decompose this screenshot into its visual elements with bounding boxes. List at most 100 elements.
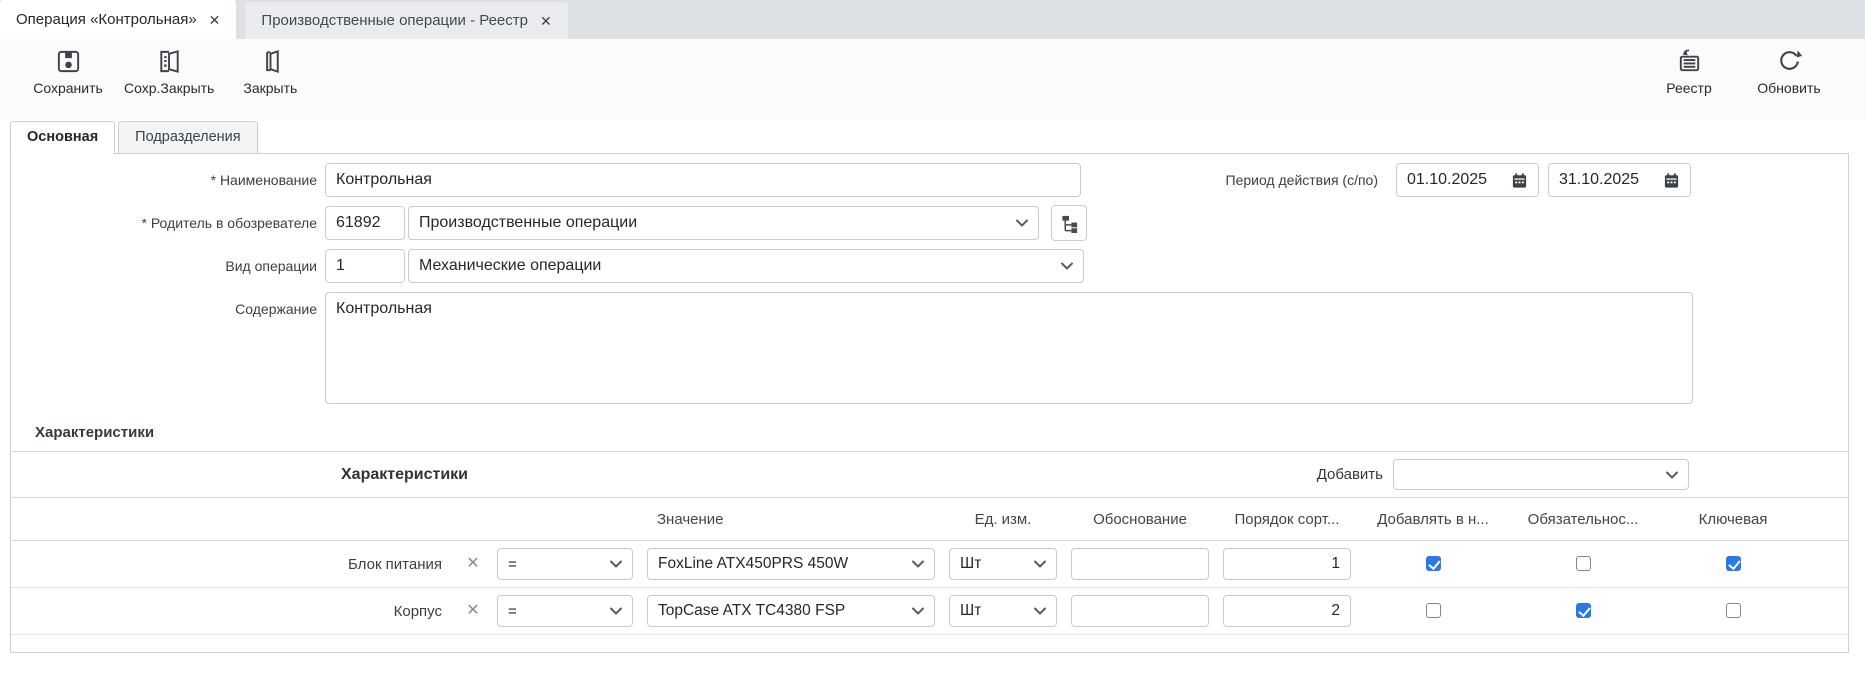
name-input[interactable] [325, 163, 1081, 197]
add-label: Добавить [1316, 466, 1383, 483]
calendar-icon[interactable] [1663, 172, 1680, 189]
checkbox-add-to-new[interactable] [1425, 556, 1441, 572]
sort-order-input[interactable] [1223, 595, 1351, 627]
unit-select[interactable]: Шт [949, 595, 1057, 627]
tab-departments-label: Подразделения [135, 129, 241, 145]
tree-view-icon [1060, 214, 1079, 233]
chevron-down-icon [1034, 607, 1046, 615]
chevron-down-icon [610, 607, 622, 615]
value-select-value: TopCase ATX TC4380 FSP [658, 602, 846, 619]
chevron-down-icon [1061, 262, 1073, 270]
content-textarea[interactable]: Контрольная [325, 292, 1693, 404]
condition-select[interactable]: = [497, 595, 633, 627]
table-row: Блок питания ✕ = FoxLine ATX450PRS 450W … [11, 541, 1848, 587]
delete-x-icon[interactable]: ✕ [456, 556, 490, 572]
tab-departments[interactable]: Подразделения [118, 121, 258, 153]
tab-main[interactable]: Основная [10, 121, 116, 154]
content-label: Содержание [235, 301, 317, 317]
condition-value: = [508, 555, 517, 573]
chevron-down-icon [1016, 219, 1028, 227]
justification-input[interactable] [1071, 548, 1209, 580]
delete-x-icon[interactable]: ✕ [456, 603, 490, 619]
refresh-button-label: Обновить [1757, 80, 1821, 96]
close-icon[interactable]: ✕ [540, 14, 552, 28]
checkbox-key[interactable] [1725, 556, 1741, 572]
period-to-input[interactable]: 31.10.2025 [1548, 163, 1691, 197]
add-characteristic-select[interactable] [1393, 459, 1689, 490]
save-close-button-label: Сохр.Закрыть [124, 80, 215, 96]
characteristics-table-header: Характеристики Добавить [11, 452, 1848, 497]
condition-value: = [508, 602, 517, 620]
characteristics-column-headers: Значение Ед. изм. Обоснование Порядок со… [11, 498, 1848, 540]
characteristics-table-title: Характеристики [341, 465, 469, 483]
save-close-icon [156, 48, 183, 75]
parent-label: * Родитель в обозревателе [141, 215, 318, 231]
chevron-down-icon [1034, 560, 1046, 568]
period-label: Период действия (с/по) [1225, 172, 1379, 188]
column-header-justification: Обоснование [1093, 510, 1187, 528]
toolbar: Сохранить Сохр.Закрыть Закрыть Реестр Об… [0, 39, 1865, 120]
tab-main-label: Основная [27, 129, 99, 145]
registry-button-label: Реестр [1666, 80, 1712, 96]
chevron-down-icon [912, 560, 924, 568]
period-to-value: 31.10.2025 [1559, 171, 1640, 188]
close-button-label: Закрыть [243, 80, 298, 96]
name-row: * Наименование Период действия (с/по) 01… [11, 163, 1848, 197]
column-header-value: Значение [657, 510, 724, 528]
close-button[interactable]: Закрыть [220, 46, 320, 98]
refresh-icon [1776, 48, 1803, 75]
form-tab-bar: Основная Подразделения [10, 120, 1865, 154]
value-select[interactable]: FoxLine ATX450PRS 450W [647, 548, 935, 580]
column-header-sort-order: Порядок сорт... [1234, 510, 1340, 528]
checkbox-key[interactable] [1725, 603, 1741, 619]
characteristics-section-title: Характеристики [35, 424, 155, 441]
value-select[interactable]: TopCase ATX TC4380 FSP [647, 595, 935, 627]
value-select-value: FoxLine ATX450PRS 450W [658, 555, 849, 572]
calendar-icon[interactable] [1511, 172, 1528, 189]
tab-operation[interactable]: Операция «Контрольная» ✕ [0, 0, 237, 39]
window-tab-bar: Операция «Контрольная» ✕ Производственны… [0, 0, 1865, 39]
chevron-down-icon [610, 560, 622, 568]
characteristic-name: Блок питания [348, 555, 442, 573]
save-close-button[interactable]: Сохр.Закрыть [118, 46, 220, 98]
operation-kind-code-input[interactable] [325, 249, 405, 283]
unit-value: Шт [960, 602, 982, 619]
save-button-label: Сохранить [33, 80, 103, 96]
table-row: Корпус ✕ = TopCase ATX TC4380 FSP Шт [11, 588, 1848, 634]
operation-kind-row: Вид операции Механические операции [11, 249, 1848, 283]
name-label: * Наименование [210, 172, 317, 188]
divider [11, 634, 1848, 635]
checkbox-add-to-new[interactable] [1425, 603, 1441, 619]
open-door-icon [257, 48, 284, 75]
add-characteristic-group: Добавить [1317, 459, 1689, 490]
registry-button[interactable]: Реестр [1639, 46, 1739, 98]
registry-list-icon [1676, 48, 1703, 75]
save-button[interactable]: Сохранить [18, 46, 118, 98]
characteristic-name: Корпус [393, 602, 442, 620]
open-tree-button[interactable] [1051, 205, 1087, 241]
period-group: Период действия (с/по) 01.10.2025 31.10.… [1225, 163, 1691, 197]
chevron-down-icon [912, 607, 924, 615]
tab-operations-registry[interactable]: Производственные операции - Реестр ✕ [245, 2, 568, 39]
operation-kind-value: Механические операции [419, 257, 602, 274]
checkbox-required[interactable] [1575, 556, 1591, 572]
column-header-key: Ключевая [1698, 510, 1768, 528]
close-icon[interactable]: ✕ [209, 13, 221, 27]
unit-value: Шт [960, 555, 982, 572]
floppy-disk-icon [55, 48, 82, 75]
unit-select[interactable]: Шт [949, 548, 1057, 580]
sort-order-input[interactable] [1223, 548, 1351, 580]
parent-select[interactable]: Производственные операции [408, 206, 1039, 240]
checkbox-required[interactable] [1575, 603, 1591, 619]
condition-select[interactable]: = [497, 548, 633, 580]
column-header-unit: Ед. изм. [974, 510, 1032, 528]
content-row: Содержание Контрольная [11, 292, 1848, 404]
period-from-input[interactable]: 01.10.2025 [1396, 163, 1539, 197]
justification-input[interactable] [1071, 595, 1209, 627]
tab-label: Производственные операции - Реестр [261, 12, 528, 29]
refresh-button[interactable]: Обновить [1739, 46, 1839, 98]
parent-code-input[interactable] [325, 206, 405, 240]
parent-row: * Родитель в обозревателе Производственн… [11, 205, 1848, 241]
chevron-down-icon [1666, 471, 1678, 479]
operation-kind-select[interactable]: Механические операции [408, 249, 1084, 283]
